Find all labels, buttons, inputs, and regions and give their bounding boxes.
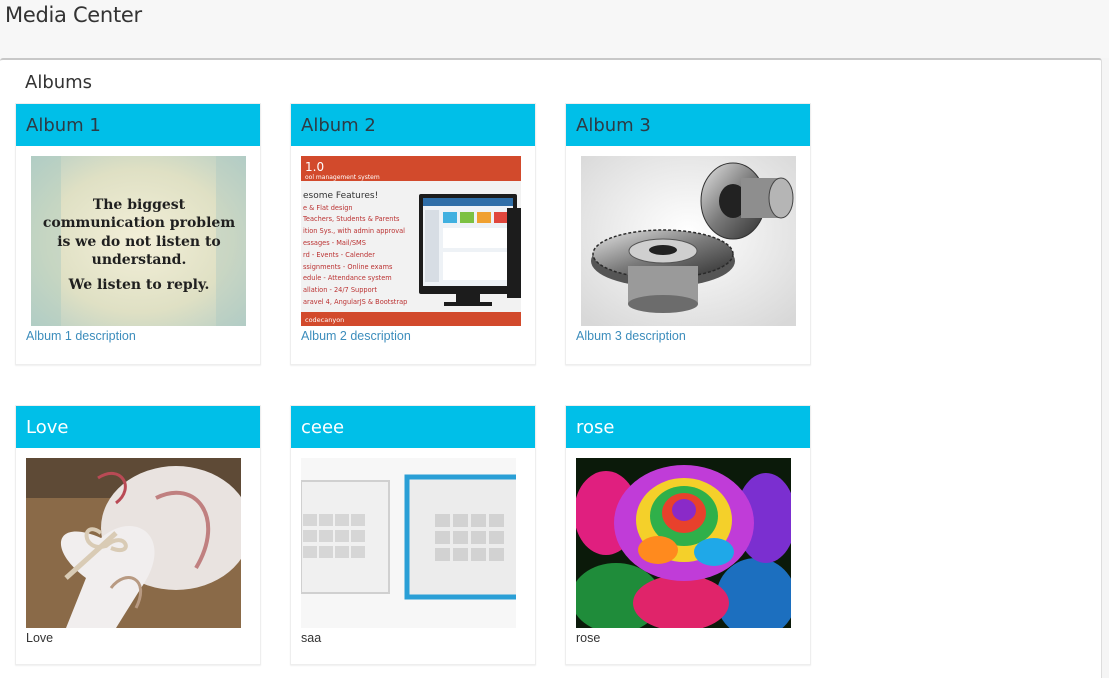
album-description-link[interactable]: Album 2 description: [301, 329, 411, 343]
album-card[interactable]: rose rose: [565, 405, 811, 665]
album-thumbnail[interactable]: [581, 156, 796, 326]
album-title[interactable]: rose: [566, 406, 810, 448]
quote-line: communication problem: [43, 215, 235, 231]
album-card[interactable]: ceee saa: [290, 405, 536, 665]
album-card[interactable]: Album 3 Album 3 description: [565, 103, 811, 365]
album-title[interactable]: Album 3: [566, 104, 810, 146]
album-thumbnail[interactable]: 1.0 ool management system esome Features…: [301, 156, 521, 326]
album-card[interactable]: Album 1 The biggest communication proble…: [15, 103, 261, 365]
feature-line: edule - Attendance system: [303, 274, 392, 282]
top-bar: Media Center: [0, 0, 1109, 58]
feature-line: aravel 4, AngularJS & Bootstrap: [303, 298, 407, 306]
feature-line: Teachers, Students & Parents: [302, 215, 400, 223]
feature-line: ssignments - Online exams: [303, 263, 393, 271]
feature-line: rd - Events - Calender: [303, 251, 375, 259]
album-description-link[interactable]: Album 1 description: [26, 329, 136, 343]
album-title[interactable]: Album 1: [16, 104, 260, 146]
feature-line: e & Flat design: [303, 204, 353, 212]
album-title[interactable]: ceee: [291, 406, 535, 448]
feature-heading: esome Features!: [303, 191, 378, 201]
banner-version: 1.0: [305, 160, 324, 174]
album-thumbnail[interactable]: [26, 458, 241, 628]
page-title: Media Center: [5, 3, 142, 27]
banner-subtitle: ool management system: [305, 174, 380, 181]
quote-line: understand.: [92, 252, 187, 268]
album-description: rose: [576, 631, 601, 645]
banner-footer: codecanyon: [305, 316, 344, 324]
feature-line: essages - Mail/SMS: [303, 239, 366, 247]
album-card[interactable]: Love Love: [15, 405, 261, 665]
album-description-link[interactable]: Album 3 description: [576, 329, 686, 343]
album-description: Love: [26, 631, 54, 645]
quote-line: We listen to reply.: [68, 277, 210, 293]
album-title[interactable]: Album 2: [291, 104, 535, 146]
quote-line: The biggest: [93, 197, 186, 213]
album-thumbnail[interactable]: The biggest communication problem is we …: [31, 156, 246, 326]
album-title[interactable]: Love: [16, 406, 260, 448]
quote-line: is we do not listen to: [57, 234, 221, 250]
panel-title: Albums: [25, 72, 93, 93]
album-card[interactable]: Album 2 1.0 ool management system esome …: [290, 103, 536, 365]
feature-line: allation - 24/7 Support: [303, 286, 377, 294]
album-description: saa: [301, 631, 322, 645]
feature-line: ition Sys., with admin approval: [303, 227, 405, 235]
album-thumbnail[interactable]: [576, 458, 791, 628]
album-thumbnail[interactable]: [301, 458, 516, 628]
albums-panel: Albums Album 1 The biggest communication…: [0, 58, 1102, 678]
